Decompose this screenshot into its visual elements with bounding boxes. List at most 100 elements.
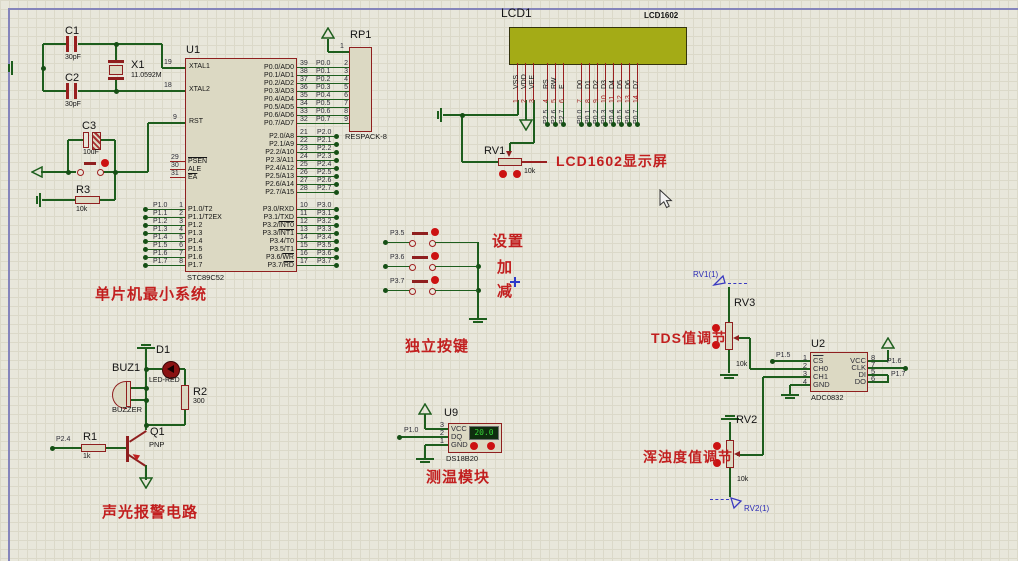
- u1-p3-rows: 10P3.011P3.112P3.213P3.314P3.415P3.516P3…: [297, 206, 337, 270]
- rv2-wiper-arrow: [734, 451, 740, 457]
- net-label-p17: P1.7: [891, 371, 905, 379]
- rv2-value: 10k: [737, 476, 748, 484]
- wire: [42, 199, 75, 201]
- c1-ref: C1: [65, 25, 79, 37]
- wire: [762, 377, 764, 455]
- c1-value: 30pF: [65, 54, 81, 62]
- ground-symbol: [724, 377, 734, 379]
- u1-part: STC89C52: [187, 274, 224, 282]
- q1-ref: Q1: [150, 426, 165, 438]
- rv1-decrease-dot[interactable]: [499, 170, 507, 178]
- wire: [443, 114, 518, 116]
- r1-resistor[interactable]: [81, 444, 106, 452]
- u2-left-pin-numbers: 1234: [794, 354, 807, 386]
- lcd-screen[interactable]: [509, 27, 687, 65]
- net-terminal-dot: [603, 122, 608, 127]
- r1-ref: R1: [83, 431, 97, 443]
- push-button[interactable]: P3.7: [385, 287, 480, 311]
- wire: [462, 161, 498, 163]
- rp1-part: RESPACK-8: [345, 133, 387, 141]
- ground-symbol: [39, 193, 41, 207]
- net-terminal-dot: [611, 122, 616, 127]
- wire: [106, 447, 127, 449]
- key-rows: P3.5P3.6P3.7: [385, 239, 480, 311]
- x1-crystal-body[interactable]: [109, 65, 123, 75]
- junction-dot: [50, 446, 55, 451]
- reset-button-actuator[interactable]: [101, 159, 109, 167]
- wire: [99, 139, 115, 141]
- rp1-pin1-num: 1: [340, 43, 344, 51]
- r1-value: 1k: [83, 453, 90, 461]
- u1-ctrl-pin-names: PSENALEEA: [188, 158, 233, 182]
- pin-name: P0.6/AD6: [231, 112, 294, 120]
- pin-name: P3.6/WR: [231, 254, 294, 262]
- pin-name: P2.0/A8: [231, 133, 294, 141]
- u2-right-pin-names: VCCCLKDIDO: [816, 357, 866, 385]
- net-terminal-dot: [579, 122, 584, 127]
- r2-resistor[interactable]: [181, 385, 189, 410]
- pin-row: P1.78: [145, 262, 185, 270]
- button-cap[interactable]: [412, 232, 428, 235]
- u1-pin-rst: RST: [189, 118, 203, 126]
- reset-button-cap[interactable]: [84, 162, 96, 165]
- u9-temp-up-dot[interactable]: [487, 442, 495, 450]
- schematic-canvas[interactable]: U1 STC89C52 XTAL1 19 XTAL2 18 RST 9 2930…: [0, 0, 1018, 561]
- button-actuator[interactable]: [431, 276, 439, 284]
- rv3-wiper-arrow: [733, 335, 739, 341]
- pin-row: 31: [166, 174, 185, 182]
- label-key-set: 设置: [492, 230, 524, 251]
- label-alarm: 声光报警电路: [102, 501, 198, 522]
- lcd-power-pins: VSS1VDD2VEE3: [514, 63, 538, 127]
- button-cap[interactable]: [412, 256, 428, 259]
- wire: [103, 171, 148, 173]
- r3-resistor[interactable]: [75, 196, 100, 204]
- wire: [161, 44, 163, 68]
- ground-symbol: [8, 64, 10, 72]
- net-terminal-dot: [334, 166, 339, 171]
- c1-plate: [66, 36, 69, 52]
- net-terminal-dot: [334, 223, 339, 228]
- crystal-plate: [108, 60, 124, 63]
- pin-name: ALE: [188, 166, 233, 174]
- net-terminal-dot: [334, 239, 339, 244]
- pin-name: P3.7/RD: [231, 262, 294, 270]
- x1-value: 11.0592M: [131, 72, 162, 80]
- wire: [729, 468, 731, 497]
- buzzer-flange: [126, 381, 131, 407]
- net-terminal-dot: [545, 122, 550, 127]
- u9-temp-down-dot[interactable]: [470, 442, 478, 450]
- pin-name: P2.1/A9: [231, 141, 294, 149]
- pin-name: PSEN: [188, 158, 233, 166]
- button-actuator[interactable]: [431, 228, 439, 236]
- ground-symbol: [720, 374, 738, 376]
- u1-p2-names: P2.0/A8P2.1/A9P2.2/A10P2.3/A11P2.4/A12P2…: [231, 133, 294, 197]
- ground-symbol: [781, 394, 799, 396]
- pin-name: P2.6/A14: [231, 181, 294, 189]
- rv2-ref: RV2: [736, 414, 757, 426]
- button-cap[interactable]: [412, 280, 428, 283]
- junction-dot: [144, 367, 149, 372]
- buz1-ref: BUZ1: [112, 362, 140, 374]
- alarm-net-label: P2.4: [56, 436, 70, 444]
- net-terminal-dot: [334, 207, 339, 212]
- ground-symbol: [141, 344, 151, 346]
- power-arrow-icon: [881, 337, 895, 349]
- wire: [424, 445, 426, 458]
- lcd-pin-column: E6P2.7: [560, 63, 568, 127]
- power-arrow-icon: [418, 403, 432, 415]
- button-actuator[interactable]: [431, 252, 439, 260]
- buz1-value: BUZZER: [112, 406, 142, 414]
- pin-name: P0.5/AD5: [231, 104, 294, 112]
- c2-plate: [66, 83, 69, 99]
- rv1-pot-body[interactable]: [498, 158, 522, 166]
- rp1-body[interactable]: [349, 47, 372, 132]
- net-terminal-dot: [553, 122, 558, 127]
- u2-right-pin-numbers: 8756: [871, 354, 883, 382]
- rv1-increase-dot[interactable]: [513, 170, 521, 178]
- selection-crosshair-icon: [510, 277, 520, 287]
- pin-row: 17P3.7: [297, 262, 337, 270]
- wire: [43, 43, 66, 45]
- pin-row: 32P0.79: [297, 120, 349, 128]
- probe-dash: [710, 499, 729, 500]
- reset-button-terminal: [97, 169, 104, 176]
